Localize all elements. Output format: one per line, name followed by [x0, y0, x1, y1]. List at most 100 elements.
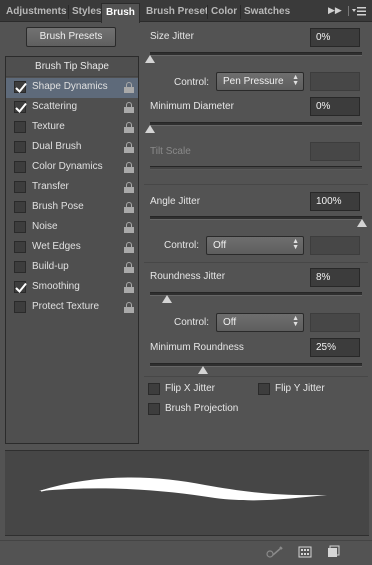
list-item-noise[interactable]: Noise — [6, 218, 138, 238]
list-item-dual-brush[interactable]: Dual Brush — [6, 138, 138, 158]
tab-separator — [68, 5, 69, 19]
flip-x-jitter-checkbox[interactable] — [148, 383, 160, 395]
list-item-protect-texture[interactable]: Protect Texture — [6, 298, 138, 318]
tilt-scale-field — [310, 142, 360, 161]
updown-arrows-icon: ▲ ▼ — [292, 238, 299, 251]
list-item-brush-tip-shape[interactable]: Brush Tip Shape — [6, 57, 138, 77]
checkmark-icon — [15, 102, 27, 113]
flip-x-jitter-label: Flip X Jitter — [165, 383, 216, 394]
list-item-transfer[interactable]: Transfer — [6, 178, 138, 198]
list-item-wet-edges[interactable]: Wet Edges — [6, 238, 138, 258]
lock-icon[interactable] — [124, 202, 134, 213]
tab-swatches[interactable]: Swatches — [244, 4, 290, 22]
lock-icon[interactable] — [124, 302, 134, 313]
lock-icon[interactable] — [124, 162, 134, 173]
tab-adjustments[interactable]: Adjustments — [6, 4, 67, 22]
minimum-diameter-slider-thumb[interactable] — [145, 125, 155, 133]
minimum-diameter-label: Minimum Diameter — [150, 101, 234, 112]
list-item-checkbox[interactable] — [14, 261, 26, 273]
list-item-label: Build-up — [32, 261, 69, 272]
toggle-live-tip-icon[interactable] — [266, 545, 283, 559]
minimum-diameter-field[interactable]: 0% — [310, 97, 360, 116]
lock-icon[interactable] — [124, 242, 134, 253]
list-item-checkbox[interactable] — [14, 121, 26, 133]
angle-jitter-slider-track[interactable] — [150, 216, 362, 220]
size-control-label: Control: — [174, 77, 210, 88]
roundness-control-value: Off — [223, 317, 237, 328]
list-item-checkbox[interactable] — [14, 81, 27, 93]
list-item-scattering[interactable]: Scattering — [6, 98, 138, 118]
list-item-label: Scattering — [32, 101, 78, 112]
angle-control-dropdown[interactable]: Off ▲ ▼ — [206, 236, 304, 255]
tab-brush-preset[interactable]: Brush Preset — [146, 4, 208, 22]
brush-projection-label: Brush Projection — [165, 403, 239, 414]
section-divider — [144, 262, 368, 263]
size-control-dropdown[interactable]: Pen Pressure ▲ ▼ — [216, 72, 304, 91]
lock-icon[interactable] — [124, 122, 134, 133]
roundness-jitter-label: Roundness Jitter — [150, 271, 226, 282]
list-item-label: Brush Pose — [32, 201, 84, 212]
roundness-control-value-field — [310, 313, 360, 332]
list-item-texture[interactable]: Texture — [6, 118, 138, 138]
list-item-label: Texture — [32, 121, 65, 132]
angle-jitter-slider-thumb[interactable] — [357, 219, 367, 227]
lock-icon[interactable] — [124, 102, 134, 113]
flip-y-jitter-checkbox[interactable] — [258, 383, 270, 395]
list-item-checkbox[interactable] — [14, 201, 26, 213]
list-item-checkbox[interactable] — [14, 101, 27, 113]
lock-icon[interactable] — [124, 82, 134, 93]
minimum-diameter-slider-track[interactable] — [150, 122, 362, 126]
size-jitter-slider-track[interactable] — [150, 52, 362, 56]
list-item-checkbox[interactable] — [14, 141, 26, 153]
brush-presets-button[interactable]: Brush Presets — [26, 27, 116, 47]
brush-projection-checkbox[interactable] — [148, 403, 160, 415]
minimum-roundness-slider-thumb[interactable] — [198, 366, 208, 374]
panel-menu-icon[interactable] — [352, 6, 366, 16]
tab-styles[interactable]: Styles — [72, 4, 101, 22]
lock-icon[interactable] — [124, 142, 134, 153]
panel-tab-strip: Adjustments Styles Brush Brush Preset Co… — [0, 0, 372, 23]
minimum-roundness-field[interactable]: 25% — [310, 338, 360, 357]
tab-separator — [240, 5, 241, 19]
tab-color[interactable]: Color — [211, 4, 237, 22]
list-item-smoothing[interactable]: Smoothing — [6, 278, 138, 298]
list-item-checkbox[interactable] — [14, 161, 26, 173]
roundness-control-dropdown[interactable]: Off ▲ ▼ — [216, 313, 304, 332]
create-new-preset-icon[interactable] — [326, 545, 340, 559]
roundness-jitter-slider-track[interactable] — [150, 292, 362, 296]
list-item-color-dynamics[interactable]: Color Dynamics — [6, 158, 138, 178]
tab-brush[interactable]: Brush — [101, 3, 140, 23]
list-item-checkbox[interactable] — [14, 221, 26, 233]
list-item-label: Dual Brush — [32, 141, 82, 152]
checkmark-icon — [15, 82, 27, 93]
angle-jitter-field[interactable]: 100% — [310, 192, 360, 211]
double-chevron-right-icon[interactable]: ▶▶ — [328, 5, 342, 16]
list-item-brush-pose[interactable]: Brush Pose — [6, 198, 138, 218]
list-item-build-up[interactable]: Build-up — [6, 258, 138, 278]
list-item-checkbox[interactable] — [14, 301, 26, 313]
list-item-checkbox[interactable] — [14, 241, 26, 253]
list-item-checkbox[interactable] — [14, 281, 27, 293]
brush-grid-icon[interactable] — [298, 545, 312, 559]
lock-icon[interactable] — [124, 222, 134, 233]
size-jitter-field[interactable]: 0% — [310, 28, 360, 47]
tilt-scale-label: Tilt Scale — [150, 146, 191, 157]
roundness-jitter-field[interactable]: 8% — [310, 268, 360, 287]
size-jitter-slider-thumb[interactable] — [145, 55, 155, 63]
minimum-roundness-slider-track[interactable] — [150, 363, 362, 367]
lock-icon[interactable] — [124, 262, 134, 273]
brush-stroke-preview — [5, 450, 369, 536]
lock-icon[interactable] — [124, 282, 134, 293]
roundness-jitter-slider-thumb[interactable] — [161, 295, 172, 303]
list-item-label: Color Dynamics — [32, 161, 103, 172]
angle-control-value: Off — [213, 240, 227, 251]
list-item-checkbox[interactable] — [14, 181, 26, 193]
section-divider — [144, 184, 368, 185]
list-item-shape-dynamics[interactable]: Shape Dynamics — [6, 78, 138, 98]
list-item-label: Noise — [32, 221, 58, 232]
size-control-value: Pen Pressure — [223, 76, 284, 87]
updown-arrows-icon: ▲ ▼ — [292, 315, 299, 328]
list-item-label: Shape Dynamics — [32, 81, 108, 92]
list-item-label: Protect Texture — [32, 301, 100, 312]
lock-icon[interactable] — [124, 182, 134, 193]
